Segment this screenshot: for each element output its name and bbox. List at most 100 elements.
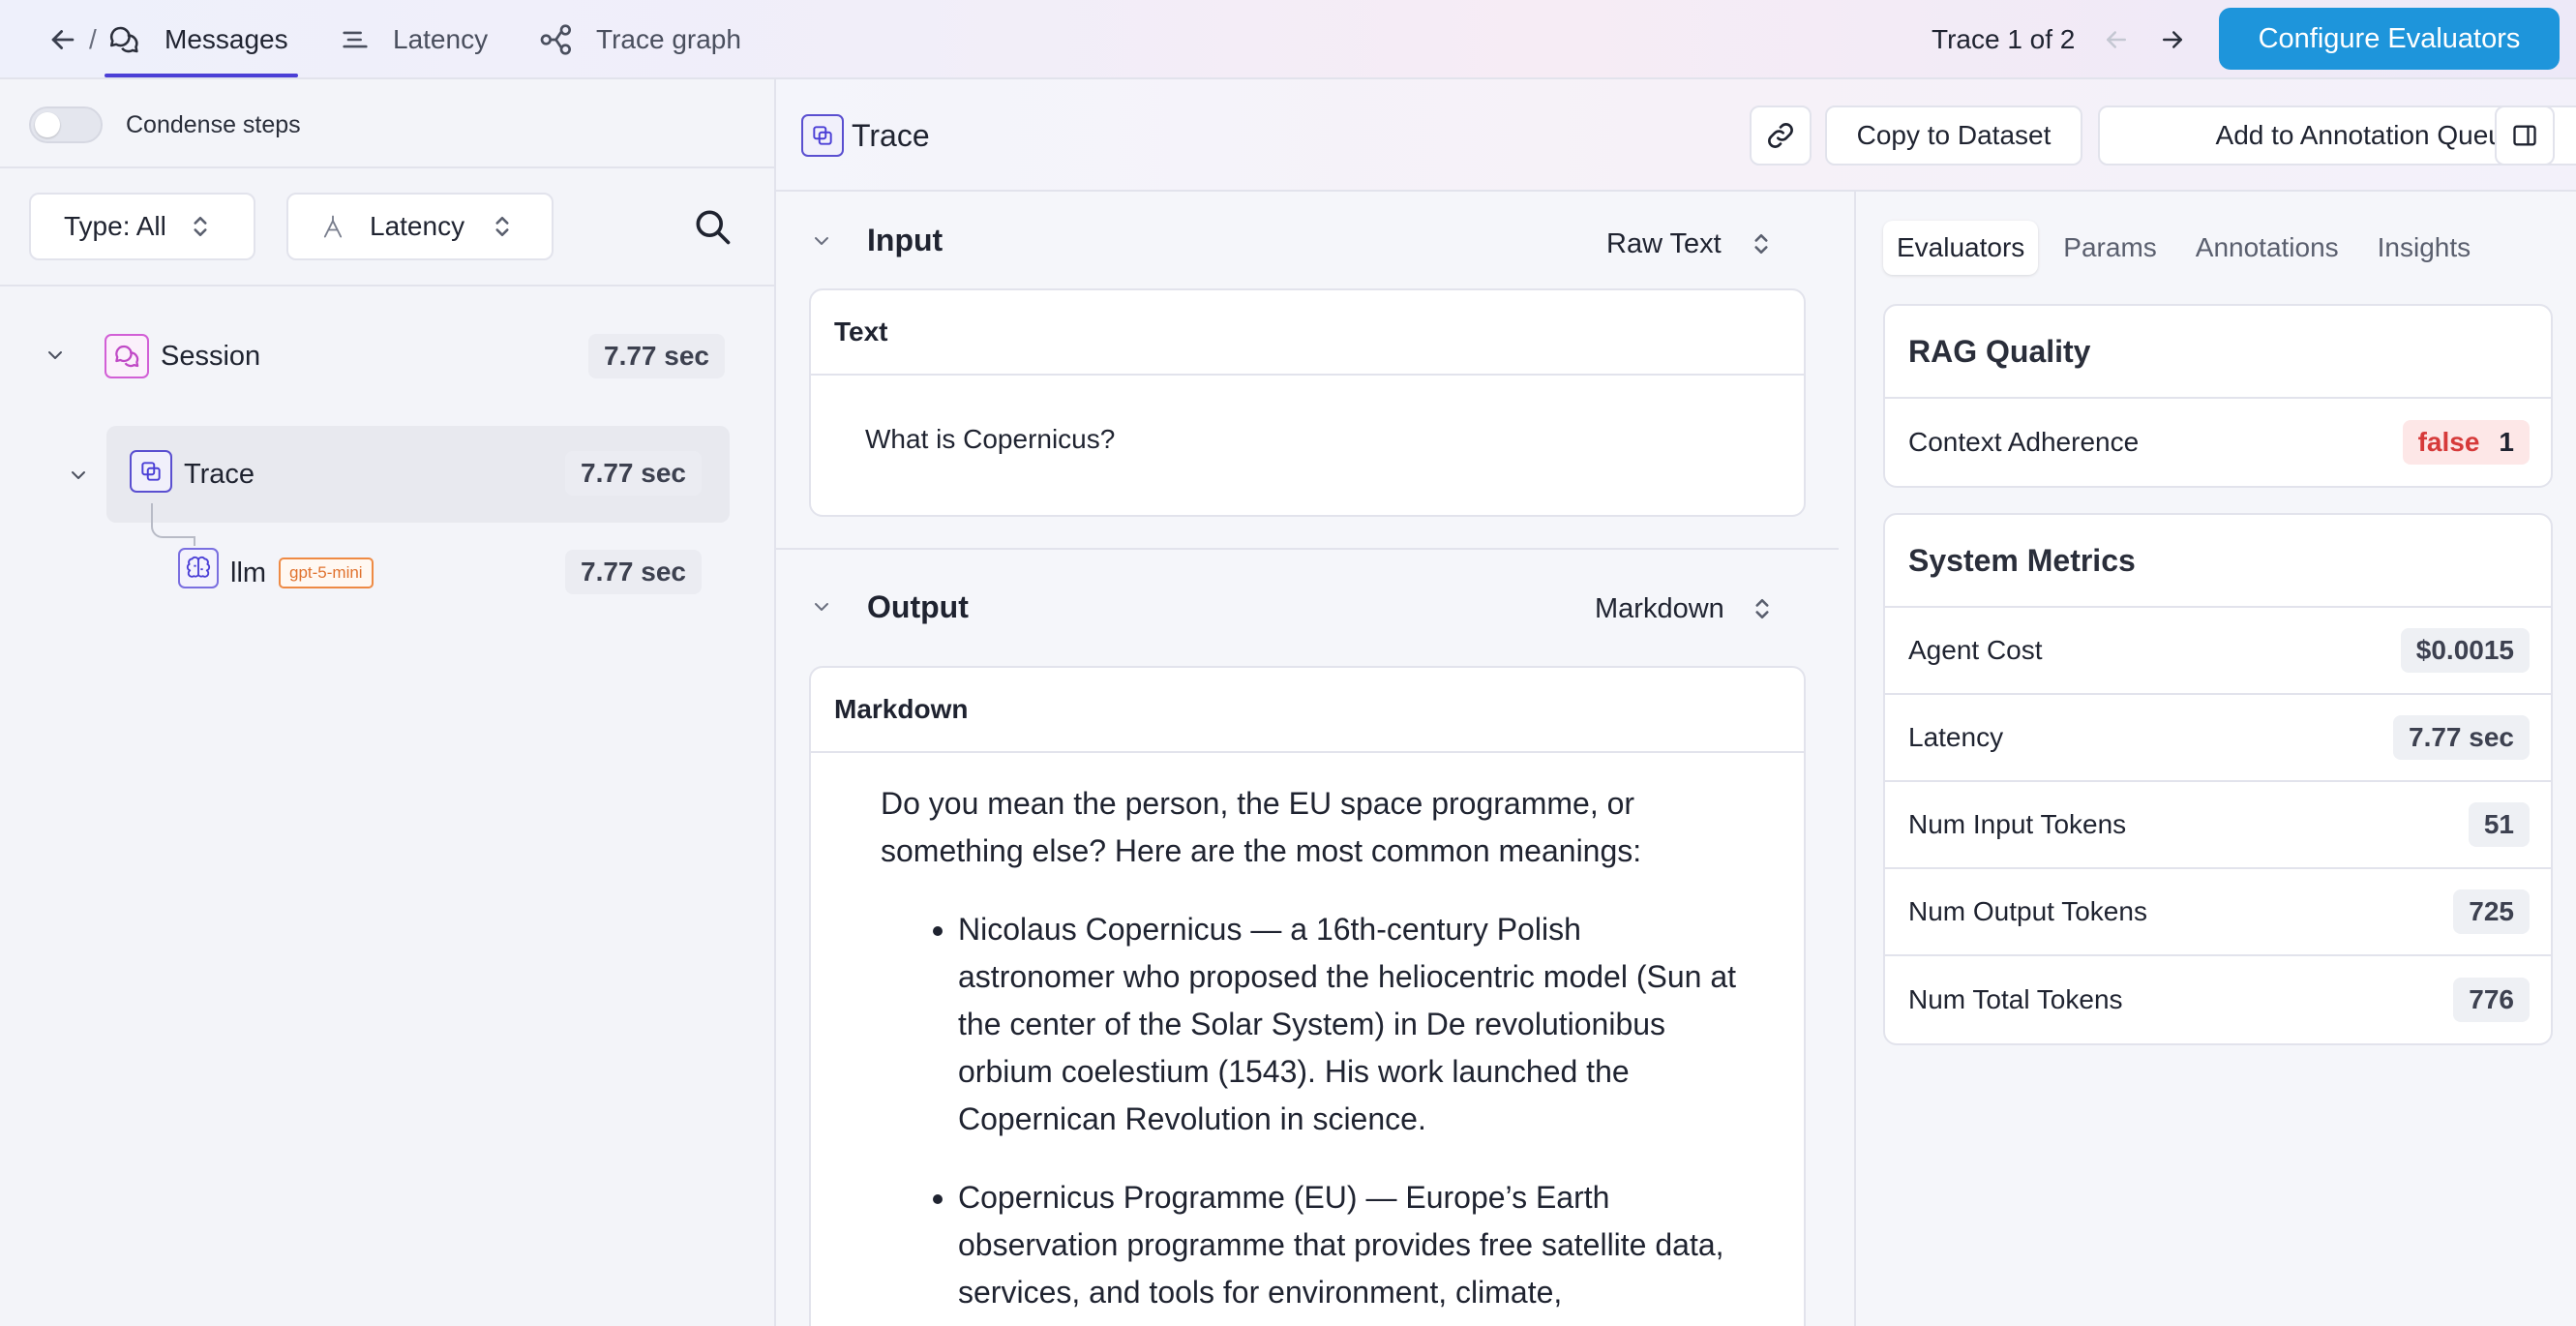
tab-insights[interactable]: Insights (2364, 221, 2485, 275)
trace-tree-panel (0, 79, 776, 1326)
metric-value: 7.77 sec (2393, 715, 2530, 760)
back-button[interactable] (46, 0, 79, 79)
collapse-trace-button[interactable] (64, 461, 93, 490)
tab-messages[interactable]: Messages (106, 0, 288, 79)
trace-header-icon (801, 114, 844, 157)
chevron-up-down-icon (1754, 233, 1768, 255)
markdown-list-item: Nicolaus Copernicus — a 16th-century Pol… (958, 906, 1746, 1143)
next-trace-button[interactable] (2158, 25, 2187, 54)
chevron-down-icon (815, 237, 828, 245)
prev-trace-button[interactable] (2102, 25, 2131, 54)
system-metrics-card: System Metrics Agent Cost $0.0015 Latenc… (1883, 513, 2553, 1045)
rag-quality-card: RAG Quality Context Adherence false 1 (1883, 304, 2553, 488)
messages-icon (109, 26, 138, 53)
metric-label: Num Output Tokens (1908, 896, 2147, 926)
latency-icon (343, 31, 368, 48)
copy-link-button[interactable] (1750, 105, 1812, 166)
trace-graph-icon (540, 24, 571, 55)
llm-node-icon (178, 548, 219, 588)
metric-label: Agent Cost (1908, 635, 2043, 665)
tree-connector (151, 503, 195, 538)
configure-evaluators-button[interactable]: Configure Evaluators (2219, 8, 2560, 70)
session-node-icon (105, 334, 149, 378)
collapse-session-button[interactable] (41, 341, 70, 370)
metric-row: Agent Cost $0.0015 (1885, 608, 2551, 695)
tab-params[interactable]: Params (2050, 221, 2170, 275)
search-button[interactable] (689, 203, 735, 250)
metric-label: Num Input Tokens (1908, 809, 2127, 839)
output-markdown-card: Markdown Do you mean the person, the EU … (809, 666, 1806, 1326)
condense-steps-toggle[interactable] (29, 106, 103, 143)
sort-filter-value: Latency (370, 211, 465, 241)
chevron-down-icon (72, 471, 85, 479)
metric-row: Num Input Tokens 51 (1885, 782, 2551, 869)
markdown-list: Nicolaus Copernicus — a 16th-century Pol… (881, 906, 1746, 1316)
trace-title: Trace (852, 118, 930, 153)
toggle-side-panel-button[interactable] (2495, 105, 2555, 166)
trace-duration-badge: 7.77 sec (565, 451, 702, 496)
input-format-select[interactable]: Raw Text (1606, 225, 1772, 263)
sidebar-panel-icon (2513, 125, 2536, 146)
collapse-input-button[interactable] (807, 226, 836, 256)
input-text: What is Copernicus? (865, 424, 1116, 454)
brain-icon (186, 556, 211, 578)
markdown-content: Do you mean the person, the EU space pro… (811, 753, 1804, 1316)
tab-trace-graph[interactable]: Trace graph (538, 0, 741, 79)
chevron-down-icon (815, 603, 828, 611)
messages-icon (115, 345, 139, 368)
tab-annotations[interactable]: Annotations (2182, 221, 2352, 275)
tab-evaluators[interactable]: Evaluators (1883, 221, 2039, 275)
chevron-down-icon (48, 351, 62, 359)
llm-label[interactable]: llm (230, 556, 266, 590)
copy-to-dataset-button[interactable]: Copy to Dataset (1825, 105, 2082, 166)
search-icon (696, 210, 731, 245)
tab-latency-label: Latency (393, 24, 489, 54)
context-adherence-badge: false 1 (2402, 420, 2530, 465)
trace-icon (813, 126, 832, 145)
metric-label: Num Total Tokens (1908, 984, 2123, 1014)
trace-nav-label: Trace 1 of 2 (1932, 24, 2076, 54)
output-section-title: Output (867, 589, 969, 624)
metric-value: $0.0015 (2400, 628, 2530, 673)
context-adherence-value: false (2417, 427, 2480, 457)
context-adherence-row[interactable]: Context Adherence false 1 (1885, 399, 2551, 486)
input-section-title: Input (867, 223, 944, 257)
tab-latency[interactable]: Latency (339, 0, 488, 79)
output-format-select[interactable]: Markdown (1595, 589, 1773, 628)
input-card-label: Text (811, 290, 1804, 376)
arrow-left-icon (51, 30, 75, 49)
session-label[interactable]: Session (161, 339, 260, 374)
context-adherence-label: Context Adherence (1908, 427, 2140, 457)
tab-trace-graph-label: Trace graph (596, 24, 741, 54)
metric-row: Latency 7.77 sec (1885, 695, 2551, 782)
toggle-knob (35, 112, 60, 137)
chevron-up-down-icon (1755, 598, 1769, 619)
tab-messages-label: Messages (165, 24, 288, 54)
input-text-card: Text What is Copernicus? (809, 288, 1806, 517)
metric-value: 725 (2453, 889, 2530, 934)
context-adherence-count: 1 (2499, 427, 2514, 457)
output-card-label: Markdown (811, 668, 1804, 753)
trace-label: Trace (184, 459, 255, 490)
type-filter-select[interactable]: Type: All (29, 193, 255, 260)
system-metrics-title: System Metrics (1885, 515, 2551, 608)
trace-pagination: Trace 1 of 2 (1932, 0, 2187, 79)
divider (0, 166, 776, 168)
divider (0, 285, 776, 286)
metric-value: 51 (2468, 802, 2530, 847)
collapse-output-button[interactable] (807, 592, 836, 621)
metric-label: Latency (1908, 722, 2004, 752)
tree-connector (194, 536, 195, 546)
arrow-right-icon (2163, 31, 2183, 48)
metric-row: Num Total Tokens 776 (1885, 956, 2551, 1043)
type-filter-value: Type: All (64, 211, 166, 241)
markdown-list-item: Copernicus Programme (EU) — Europe’s Ear… (958, 1174, 1746, 1316)
rag-quality-title: RAG Quality (1885, 306, 2551, 399)
active-tab-indicator (105, 74, 298, 77)
divider (776, 548, 1839, 550)
condense-steps-label: Condense steps (126, 111, 301, 138)
link-icon (1768, 123, 1793, 148)
sort-filter-select[interactable]: Latency (286, 193, 554, 260)
breadcrumb-separator: / (89, 24, 97, 54)
latency-sort-icon (323, 215, 343, 238)
